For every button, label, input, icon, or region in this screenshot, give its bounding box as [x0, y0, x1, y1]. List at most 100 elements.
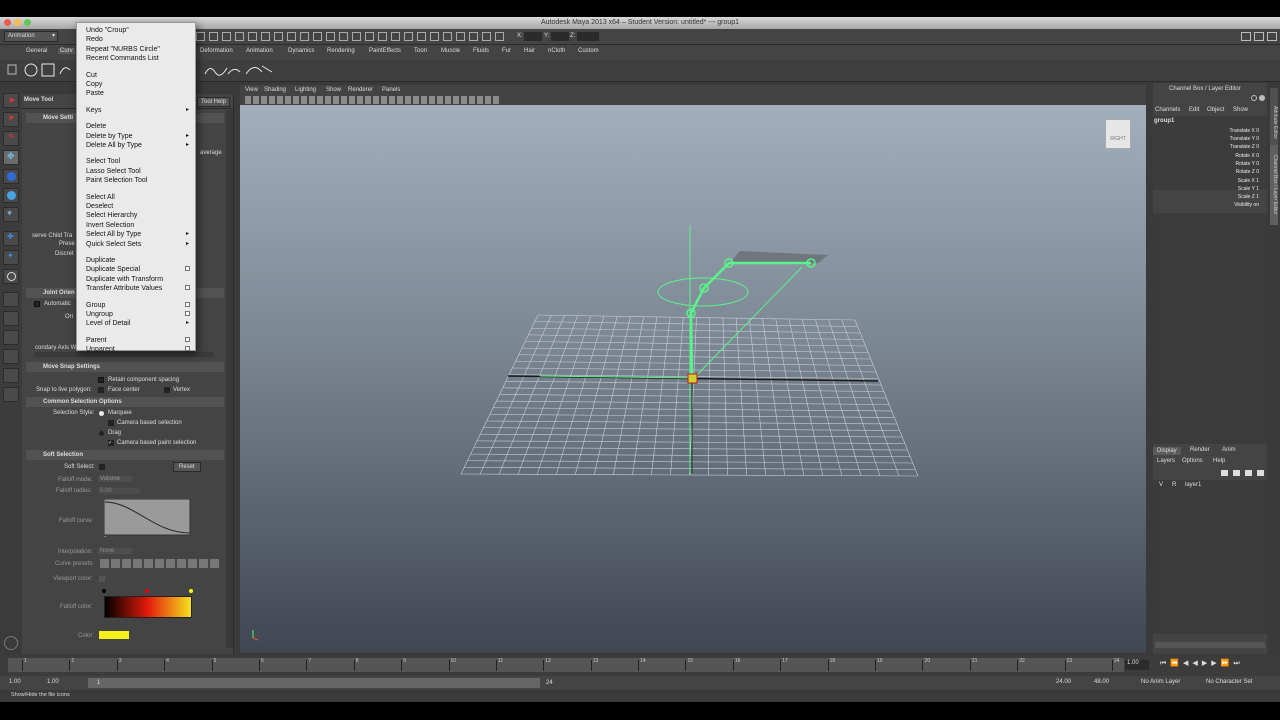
shelf-tab-fluids[interactable]: Fluids [473, 48, 489, 54]
automatic-checkbox[interactable] [34, 301, 40, 307]
menu-item-invert-selection[interactable]: Invert Selection [86, 221, 191, 230]
falloff-mode-select[interactable]: Volume [98, 476, 132, 482]
end-time-field[interactable]: 48.00 [1094, 679, 1109, 685]
paint-select-tool-icon[interactable]: ✎ [3, 131, 19, 146]
tool-settings-scrollbar[interactable] [226, 110, 233, 648]
menu-item-delete-by-type[interactable]: Delete by Type ▸ [86, 132, 191, 141]
circle-tool-icon[interactable] [3, 269, 19, 284]
options-menu[interactable]: Options [1182, 458, 1203, 464]
channel-translate-y[interactable]: Translate Y 0 [1230, 136, 1259, 142]
new-layer-selected-icon[interactable] [1233, 470, 1240, 476]
viewport-color-checkbox[interactable] [99, 576, 105, 582]
layout-single-icon[interactable] [3, 292, 19, 307]
soft-select-checkbox[interactable] [99, 464, 105, 470]
shelf-tab-muscle[interactable]: Muscle [441, 48, 460, 54]
playback-end-field[interactable]: 24.00 [1056, 679, 1071, 685]
status-line-button[interactable] [443, 32, 452, 41]
toggle-attribute-editor-icon[interactable] [1241, 32, 1251, 41]
camera-paint-checkbox[interactable]: ✓ [108, 440, 114, 446]
menu-item-unparent[interactable]: Unparent [86, 345, 191, 354]
menu-item-copy[interactable]: Copy [86, 80, 191, 89]
menu-item-select-all[interactable]: Select All [86, 193, 191, 202]
channel-box-options-icon[interactable] [1259, 95, 1265, 101]
status-line-button[interactable] [495, 32, 504, 41]
menu-item-duplicate-with-transform[interactable]: Duplicate with Transform [86, 275, 191, 284]
channel-scale-z[interactable]: Scale Z 1 [1238, 194, 1259, 200]
shelf-tab-deformation[interactable]: Deformation [200, 48, 233, 54]
marquee-radio[interactable] [99, 411, 104, 416]
time-slider[interactable]: 1 2 3 4 5 6 7 8 9 10 11 12 13 14 15 16 17 18 19 20 21 22 23 24 … [0, 655, 1280, 675]
menu-item-level-of-detail[interactable]: Level of Detail ▸ [86, 319, 191, 328]
ep-curve-icon[interactable] [204, 67, 228, 76]
ramp-handle-start[interactable] [102, 589, 106, 593]
status-line-button[interactable] [209, 32, 218, 41]
layout-outliner-icon[interactable] [3, 349, 19, 364]
shelf-tab-painteffects[interactable]: PaintEffects [369, 48, 401, 54]
status-line-button[interactable] [196, 32, 205, 41]
nurbs-circle-icon[interactable] [24, 63, 38, 77]
drag-radio[interactable] [99, 431, 104, 436]
move-manipulator-center[interactable] [687, 373, 698, 384]
current-frame-field[interactable]: 1.00 [1125, 660, 1149, 670]
move-layer-down-icon[interactable] [1257, 470, 1264, 476]
menu-item-paint-selection-tool[interactable]: Paint Selection Tool [86, 176, 191, 185]
menu-item-duplicate-special[interactable]: Duplicate Special [86, 265, 191, 274]
shelf-tab-ncloth[interactable]: nCloth [548, 48, 565, 54]
tab-display[interactable]: Display [1153, 447, 1181, 455]
channel-translate-x[interactable]: Translate X 0 [1229, 128, 1259, 134]
move-snap-header[interactable]: Move Snap Settings [26, 362, 224, 372]
shelf-tab-fur[interactable]: Fur [502, 48, 511, 54]
channel-translate-z[interactable]: Translate Z 0 [1230, 144, 1259, 150]
option-box-icon[interactable] [185, 301, 190, 307]
menu-item-undo-croup[interactable]: Undo "Croup" [86, 26, 191, 35]
mode-selector[interactable]: Animation ▾ [4, 31, 58, 42]
y-field[interactable] [551, 32, 569, 41]
channel-scale-x[interactable]: Scale X 1 [1238, 178, 1259, 184]
menu-item-select-hierarchy[interactable]: Select Hierarchy [86, 211, 191, 220]
channels-menu[interactable]: Channels [1155, 107, 1180, 113]
x-field[interactable] [524, 32, 542, 41]
channel-box-settings-icon[interactable] [1251, 95, 1257, 101]
play-backward-icon[interactable]: ◀ [1192, 660, 1201, 667]
move-tool-icon[interactable]: ✥ [3, 150, 19, 165]
status-line-button[interactable] [391, 32, 400, 41]
step-back-frame-icon[interactable]: ◀ [1183, 660, 1192, 667]
channel-box-side-tab[interactable]: Channel Box / Layer Editor [1270, 145, 1278, 225]
help-menu[interactable]: Help [1213, 458, 1225, 464]
option-box-icon[interactable] [185, 285, 190, 291]
status-line-button[interactable] [469, 32, 478, 41]
close-window-button[interactable] [4, 19, 11, 26]
scale-tool-icon[interactable] [3, 188, 19, 203]
menu-item-select-tool[interactable]: Select Tool [86, 157, 191, 166]
time-slider-track[interactable]: 1 2 3 4 5 6 7 8 9 10 11 12 13 14 15 16 17 18 19 20 21 22 23 24 [8, 658, 1124, 672]
retain-spacing-checkbox[interactable] [98, 377, 104, 383]
rotate-tool-icon[interactable] [3, 169, 19, 184]
soft-selection-header[interactable]: Soft Selection [26, 450, 224, 460]
option-box-icon[interactable] [185, 346, 190, 352]
status-line-button[interactable] [235, 32, 244, 41]
shelf-tab-toon[interactable]: Toon [414, 48, 427, 54]
status-line-button[interactable] [248, 32, 257, 41]
status-line-button[interactable] [300, 32, 309, 41]
falloff-color-ramp[interactable] [104, 596, 192, 618]
menu-item-group[interactable]: Group [86, 301, 191, 310]
status-line-button[interactable] [222, 32, 231, 41]
go-to-end-icon[interactable]: ⏭ [1233, 660, 1243, 667]
vertex-checkbox[interactable] [164, 387, 170, 393]
face-center-checkbox[interactable] [98, 387, 104, 393]
z-field[interactable] [577, 32, 599, 41]
zoom-window-button[interactable] [24, 19, 31, 26]
move-layer-up-icon[interactable] [1245, 470, 1252, 476]
pencil-curve-icon[interactable] [227, 68, 241, 75]
shelf-tab-hair[interactable]: Hair [524, 48, 535, 54]
range-slider-bar[interactable]: 1 24 [88, 678, 553, 688]
status-line-button[interactable] [274, 32, 283, 41]
color-swatch[interactable] [99, 631, 129, 639]
option-box-icon[interactable] [185, 266, 190, 272]
play-forward-icon[interactable]: ▶ [1202, 660, 1211, 667]
step-forward-frame-icon[interactable]: ▶ [1211, 660, 1220, 667]
menu-item-recent-commands-list[interactable]: Recent Commands List [86, 54, 191, 63]
layout-four-icon[interactable] [3, 311, 19, 326]
toggle-channel-box-icon[interactable] [1267, 32, 1277, 41]
last-tool-icon[interactable]: ✚ [3, 231, 19, 246]
